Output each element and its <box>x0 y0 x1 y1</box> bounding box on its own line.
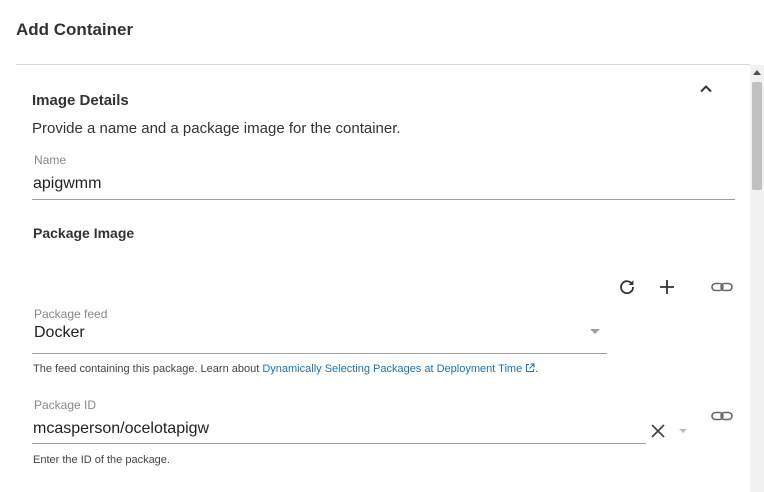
package-feed-select[interactable]: Docker <box>34 324 85 342</box>
name-input[interactable]: apigwmm <box>33 175 101 193</box>
scroll-up-arrow-icon <box>753 70 761 75</box>
package-feed-helper-text: The feed containing this package. Learn … <box>33 363 263 375</box>
scrollbar-thumb[interactable] <box>752 82 762 190</box>
name-label: Name <box>34 153 67 167</box>
package-id-dropdown-arrow-icon[interactable] <box>679 429 687 433</box>
link-icon <box>711 411 733 421</box>
refresh-icon <box>620 280 634 295</box>
collapse-button[interactable] <box>696 79 716 99</box>
clear-package-id-button[interactable] <box>647 420 669 442</box>
package-feed-helper: The feed containing this package. Learn … <box>33 363 538 375</box>
chevron-up-icon <box>700 85 712 93</box>
external-link-icon <box>526 363 535 373</box>
dynamic-packages-link-text: Dynamically Selecting Packages at Deploy… <box>262 363 523 375</box>
package-image-heading: Package Image <box>33 225 135 241</box>
bind-package-id-button[interactable] <box>711 405 733 427</box>
package-id-label: Package ID <box>34 398 97 412</box>
dropdown-arrow-icon[interactable] <box>590 329 600 334</box>
package-id-input[interactable]: mcasperson/ocelotapigw <box>33 420 209 438</box>
package-id-helper: Enter the ID of the package. <box>33 454 170 466</box>
section-description: Provide a name and a package image for t… <box>32 120 401 137</box>
refresh-button[interactable] <box>616 276 638 298</box>
package-feed-underline <box>32 353 607 354</box>
helper-period: . <box>535 363 539 375</box>
package-id-underline <box>32 443 646 444</box>
close-icon <box>651 424 665 438</box>
image-details-panel: Image Details Provide a name and a packa… <box>16 65 750 492</box>
dynamic-packages-link[interactable]: Dynamically Selecting Packages at Deploy… <box>262 363 535 375</box>
add-feed-button[interactable] <box>656 276 678 298</box>
link-icon <box>711 282 733 292</box>
package-feed-label: Package feed <box>34 307 108 321</box>
bind-feed-button[interactable] <box>711 276 733 298</box>
page-title: Add Container <box>16 20 134 39</box>
section-title: Image Details <box>32 92 129 109</box>
name-underline <box>32 199 735 200</box>
scroll-up-button[interactable] <box>750 65 764 79</box>
plus-icon <box>660 280 674 294</box>
